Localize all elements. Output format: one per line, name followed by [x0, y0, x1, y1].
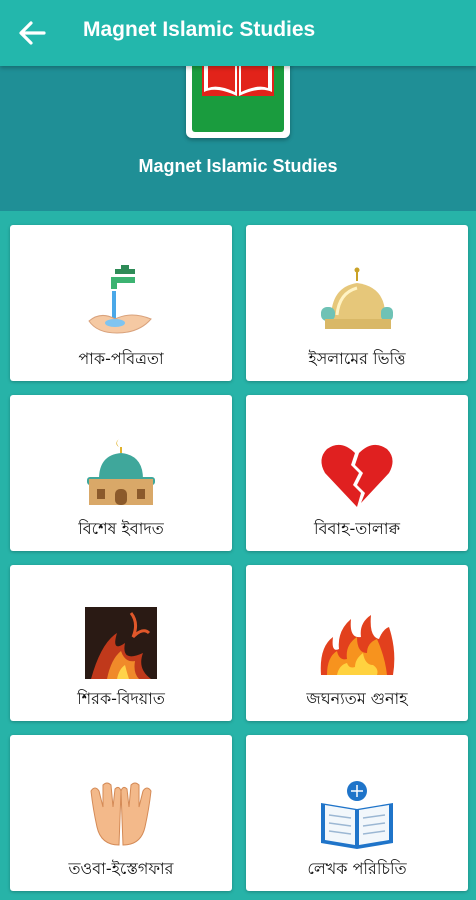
card-label: পাক-পবিত্রতা [78, 349, 164, 368]
card-grave-sins[interactable]: জঘন্যতম গুনাহ [246, 565, 468, 721]
praying-hands-icon [90, 782, 152, 846]
card-foundation-of-islam[interactable]: ইসলামের ভিত্তি [246, 225, 468, 381]
card-label: লেখক পরিচিতি [307, 859, 407, 878]
app-title: Magnet Islamic Studies [83, 18, 316, 41]
card-label: শিরক-বিদয়াত [77, 689, 165, 708]
header-banner: Magnet Islamic Studies [0, 56, 476, 211]
back-arrow-icon[interactable] [18, 20, 46, 46]
card-author-profile[interactable]: লেখক পরিচিতি [246, 735, 468, 891]
card-label: জঘন্যতম গুনাহ [306, 689, 408, 708]
water-tap-hands-icon [88, 265, 152, 334]
card-label: তওবা-ইস্তেগফার [68, 859, 174, 878]
broken-heart-icon [321, 444, 393, 507]
app-bar: Magnet Islamic Studies [0, 0, 476, 66]
mosque-dome-icon [321, 267, 393, 329]
card-marriage-divorce[interactable]: বিবাহ-তালাক্ব [246, 395, 468, 551]
lava-icon [85, 607, 157, 679]
card-repentance[interactable]: তওবা-ইস্তেগফার [10, 735, 232, 891]
card-label: বিবাহ-তালাক্ব [314, 519, 400, 538]
mosque-icon [87, 439, 155, 505]
card-purification[interactable]: পাক-পবিত্রতা [10, 225, 232, 381]
banner-title: Magnet Islamic Studies [138, 156, 338, 176]
book-icon [321, 781, 393, 849]
app-logo [186, 56, 290, 138]
card-shirk-bidat[interactable]: শিরক-বিদয়াত [10, 565, 232, 721]
card-label: ইসলামের ভিত্তি [308, 349, 406, 368]
card-special-worship[interactable]: বিশেষ ইবাদত [10, 395, 232, 551]
fire-icon [320, 615, 395, 675]
card-label: বিশেষ ইবাদত [78, 519, 164, 538]
